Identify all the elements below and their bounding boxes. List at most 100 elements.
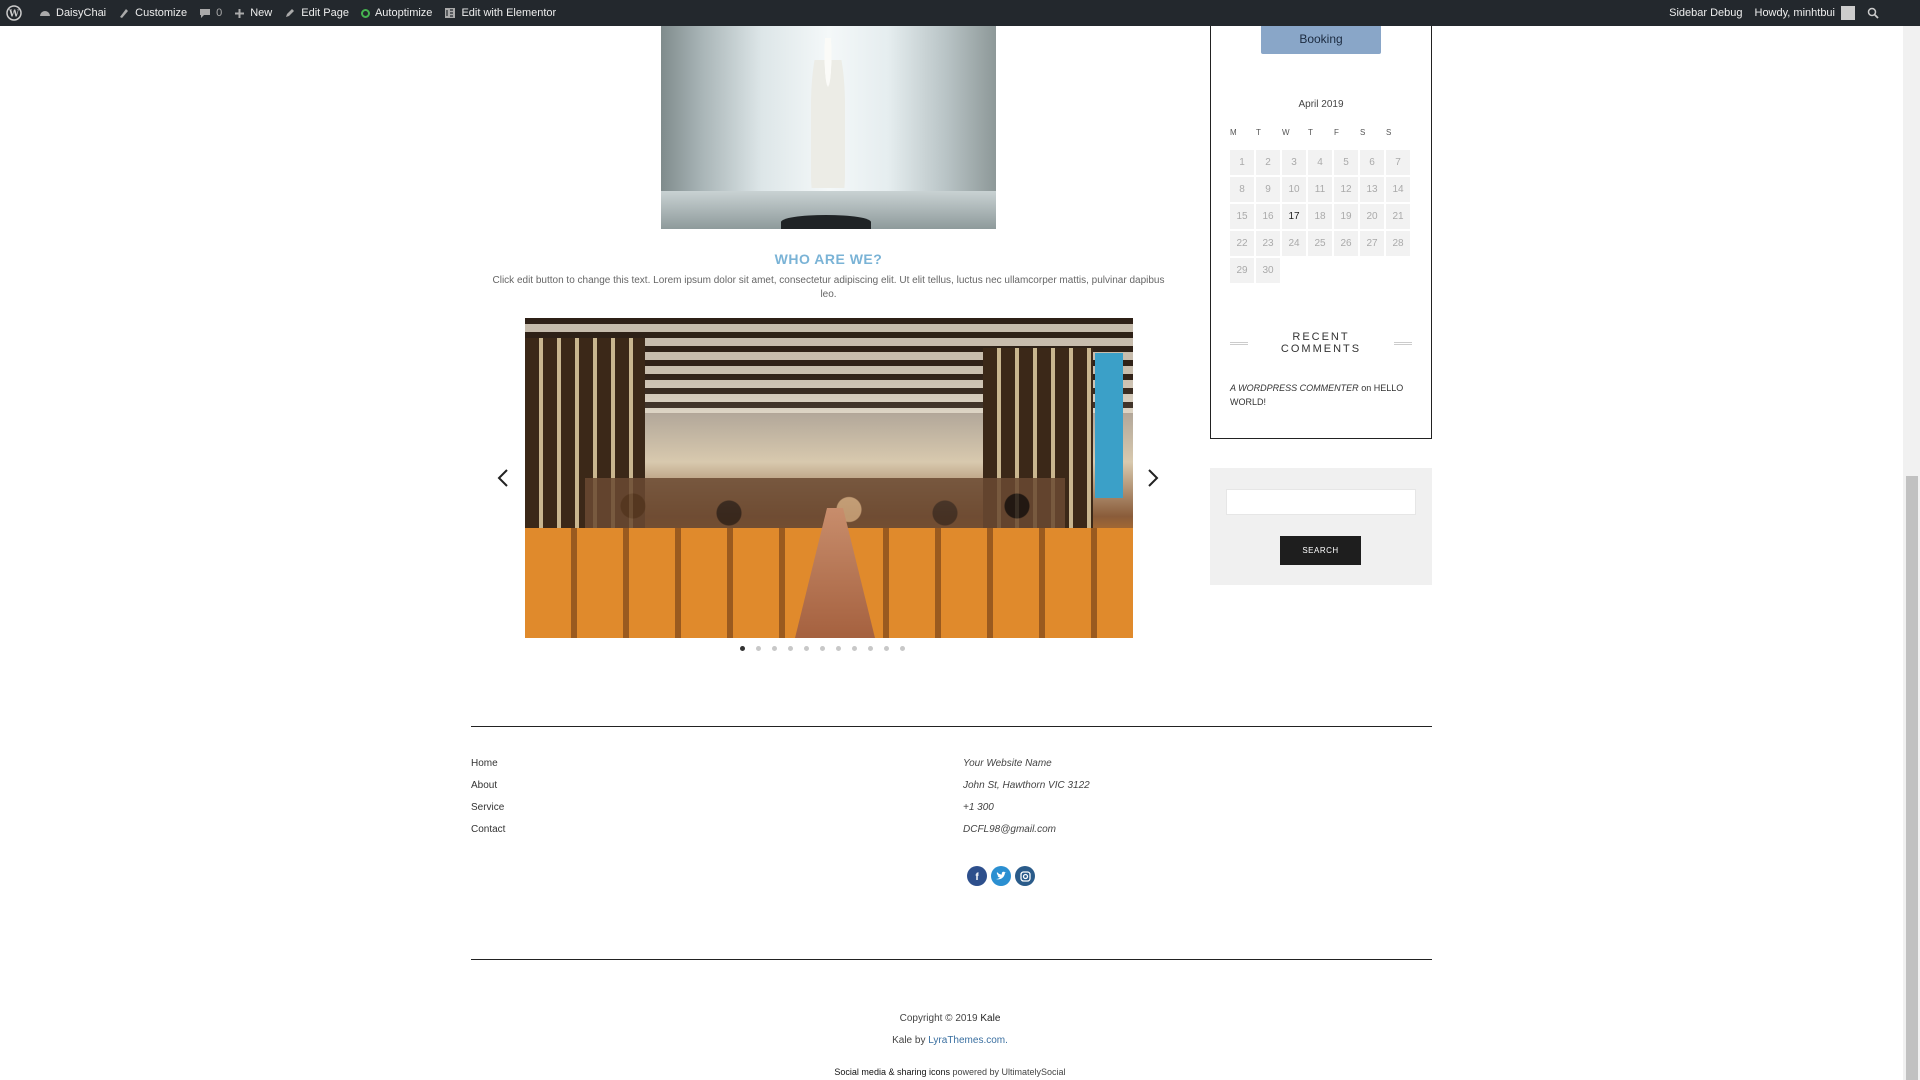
svg-text:f: f (975, 872, 979, 881)
calendar-day: 2 (1256, 150, 1281, 176)
twitter-icon[interactable] (991, 866, 1011, 886)
adminbar-comments[interactable]: 0 (193, 0, 228, 26)
calendar-day: 6 (1360, 150, 1385, 176)
calendar-weekday: S (1386, 128, 1392, 137)
calendar-day: 24 (1282, 231, 1307, 257)
autoptimize-label: Autoptimize (374, 7, 433, 19)
slider-next-button[interactable] (1143, 465, 1163, 491)
calendar-day: 18 (1308, 204, 1333, 230)
footer-link-home[interactable]: Home (471, 757, 505, 779)
page-scrollbar[interactable] (1903, 26, 1920, 1080)
slider-dot[interactable] (756, 646, 761, 651)
calendar-day-today: 17 (1282, 204, 1307, 230)
calendar-day: 26 (1334, 231, 1359, 257)
wordpress-logo-icon[interactable]: W (0, 0, 33, 26)
calendar-weekday: W (1282, 128, 1290, 137)
adminbar-autoptimize[interactable]: Autoptimize (355, 0, 438, 26)
footer-divider-top (471, 726, 1432, 727)
social-icons: f (967, 866, 1035, 886)
sidebar-debug-label: Sidebar Debug (1669, 7, 1743, 19)
adminbar-site-name[interactable]: DaisyChai (33, 0, 112, 26)
slider-dot[interactable] (868, 646, 873, 651)
email: DCFL98@gmail.com (963, 824, 1056, 835)
scrollbar-thumb[interactable] (1906, 476, 1918, 1080)
theme-credit-line: Kale by LyraThemes.com. (660, 1035, 1240, 1046)
calendar-day: 14 (1386, 177, 1411, 203)
dashboard-icon (40, 11, 50, 16)
slider-dot[interactable] (772, 646, 777, 651)
slider-dot[interactable] (884, 646, 889, 651)
comment-on-text: on (1361, 383, 1372, 393)
instagram-icon[interactable] (1015, 866, 1035, 886)
footer-link-service[interactable]: Service (471, 801, 505, 823)
calendar-day: 28 (1386, 231, 1411, 257)
comments-count: 0 (216, 7, 223, 19)
slider-pagination (740, 646, 916, 651)
booking-button[interactable]: Booking (1261, 24, 1381, 54)
footer-link-contact[interactable]: Contact (471, 823, 505, 845)
adminbar-sidebar-debug[interactable]: Sidebar Debug (1663, 0, 1748, 26)
slider-dot[interactable] (788, 646, 793, 651)
calendar-day: 23 (1256, 231, 1281, 257)
adminbar-elementor[interactable]: Edit with Elementor (438, 0, 562, 26)
calendar-weekday: T (1308, 128, 1313, 137)
social-plugin-suffix: powered by UltimatelySocial (952, 1067, 1066, 1077)
calendar-day: 9 (1256, 177, 1281, 203)
social-plugin-link[interactable]: Social media & sharing icons (834, 1067, 950, 1077)
facebook-icon[interactable]: f (967, 866, 987, 886)
svg-text:W: W (8, 10, 20, 20)
adminbar-new[interactable]: New (228, 0, 278, 26)
recent-comment-item: A WORDPRESS COMMENTER on HELLO WORLD! (1230, 381, 1410, 409)
edit-page-label: Edit Page (301, 7, 349, 19)
calendar-day: 5 (1334, 150, 1359, 176)
adminbar-account[interactable]: Howdy, minhtbui (1749, 0, 1862, 26)
calendar-day: 15 (1230, 204, 1255, 230)
credit-link[interactable]: LyraThemes.com. (928, 1035, 1008, 1046)
website-name: Your Website Name (963, 758, 1052, 769)
elementor-icon (445, 8, 456, 18)
adminbar-search[interactable] (1861, 0, 1890, 26)
calendar-day: 11 (1308, 177, 1333, 203)
customize-label: Customize (135, 7, 188, 19)
status-dot-icon (360, 8, 370, 18)
calendar-day: 8 (1230, 177, 1255, 203)
slider-dot[interactable] (852, 646, 857, 651)
footer-link-about[interactable]: About (471, 779, 505, 801)
section-text: Click edit button to change this text. L… (492, 275, 1165, 300)
footer-contact-info: Your Website Name John St, Hawthorn VIC … (963, 757, 1090, 845)
adminbar-customize[interactable]: Customize (112, 0, 193, 26)
copyright-line: Copyright © 2019 Kale (660, 1013, 1240, 1024)
chevron-right-icon (1148, 469, 1159, 487)
calendar-day: 22 (1230, 231, 1255, 257)
brush-icon (120, 9, 129, 18)
calendar-day: 25 (1308, 231, 1333, 257)
search-button[interactable]: SEARCH (1280, 536, 1361, 565)
adminbar-right: Sidebar Debug Howdy, minhtbui (1663, 0, 1920, 26)
calendar-grid: 1 2 3 4 5 6 7 8 9 10 11 12 13 14 15 16 17 18 19 20 21 22 23 24 2… (1230, 150, 1412, 285)
slider-dot[interactable] (804, 646, 809, 651)
credit-prefix: Kale by (892, 1035, 926, 1046)
calendar-day: 4 (1308, 150, 1333, 176)
calendar-weekday: M (1230, 128, 1237, 137)
calendar-day: 30 (1256, 258, 1281, 284)
adminbar-edit-page[interactable]: Edit Page (278, 0, 355, 26)
copyright-brand-link[interactable]: Kale (980, 1013, 1000, 1024)
recent-comments-heading: RECENT COMMENTS (1230, 331, 1412, 355)
calendar-day: 20 (1360, 204, 1385, 230)
calendar-weekday: T (1256, 128, 1261, 137)
search-input[interactable] (1226, 489, 1416, 515)
search-widget (1210, 468, 1432, 585)
slider-dot[interactable] (900, 646, 905, 651)
slider-dot[interactable] (836, 646, 841, 651)
heading-divider-right (1394, 341, 1412, 345)
image-slider[interactable] (525, 318, 1133, 638)
comment-author-link[interactable]: A WORDPRESS COMMENTER (1230, 383, 1359, 393)
new-label: New (250, 7, 273, 19)
calendar-day: 16 (1256, 204, 1281, 230)
anatomy-model-photo (661, 26, 996, 229)
slider-prev-button[interactable] (493, 465, 513, 491)
section-title: WHO ARE WE? (774, 251, 883, 267)
slider-dot[interactable] (740, 646, 745, 651)
slider-dot[interactable] (820, 646, 825, 651)
search-icon (1867, 7, 1879, 19)
